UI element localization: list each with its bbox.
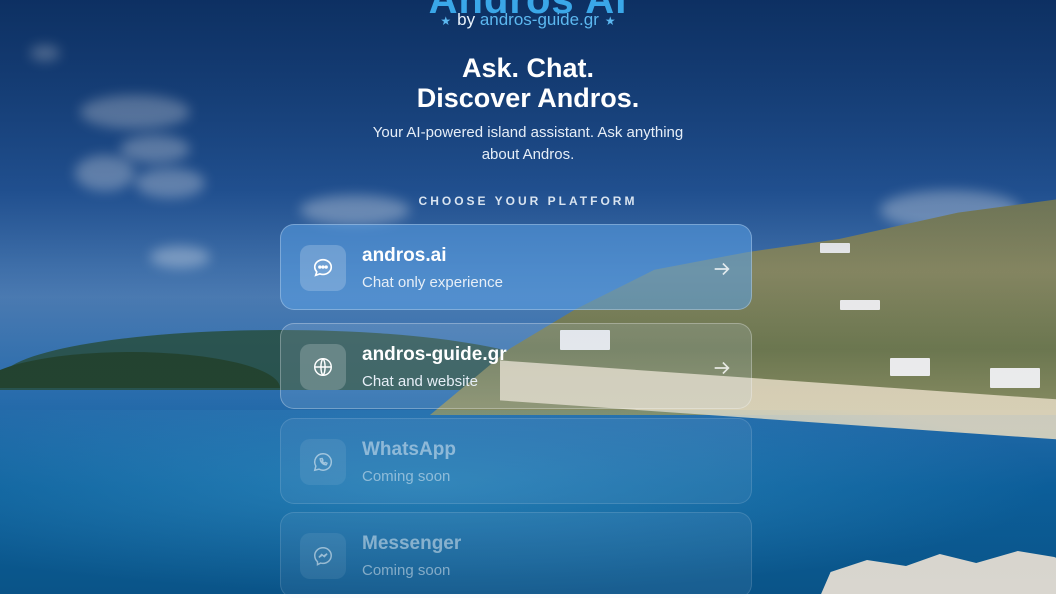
whatsapp-icon (300, 439, 346, 485)
byline-prefix: by (457, 10, 476, 29)
platform-status: Coming soon (362, 562, 451, 579)
byline-site-accent: guide.gr (537, 10, 599, 29)
byline-site-main: andros- (479, 10, 538, 29)
platform-card-andros-ai[interactable]: andros.ai Chat only experience (280, 224, 752, 310)
platform-card-andros-guide[interactable]: andros-guide.gr Chat and website (280, 323, 752, 409)
platform-name: andros-guide.gr (362, 344, 507, 365)
platform-description: Chat only experience (362, 274, 503, 291)
chat-bubble-icon (300, 245, 346, 291)
platform-card-messenger: Messenger Coming soon (280, 512, 752, 598)
headline-line-2: Discover Andros. (416, 83, 640, 113)
platform-name: WhatsApp (362, 439, 456, 460)
platform-name: andros.ai (362, 245, 447, 266)
platform-card-whatsapp: WhatsApp Coming soon (280, 418, 752, 504)
headline-line-1: Ask. Chat. (461, 53, 595, 83)
brand-byline: ★ by andros-guide.gr ★ (0, 10, 1056, 30)
messenger-icon (300, 533, 346, 579)
arrow-right-icon (714, 361, 730, 375)
star-icon: ★ (604, 14, 616, 28)
globe-icon (300, 344, 346, 390)
star-icon: ★ (440, 14, 452, 28)
platform-description: Chat and website (362, 373, 478, 390)
arrow-right-icon (714, 262, 730, 276)
platform-status: Coming soon (362, 468, 451, 485)
subtitle-line-1: Your AI-powered island assistant. Ask an… (372, 124, 684, 141)
platform-heading: CHOOSE YOUR PLATFORM (418, 194, 638, 208)
subtitle-line-2: about Andros. (481, 146, 575, 163)
platform-name: Messenger (362, 533, 462, 554)
